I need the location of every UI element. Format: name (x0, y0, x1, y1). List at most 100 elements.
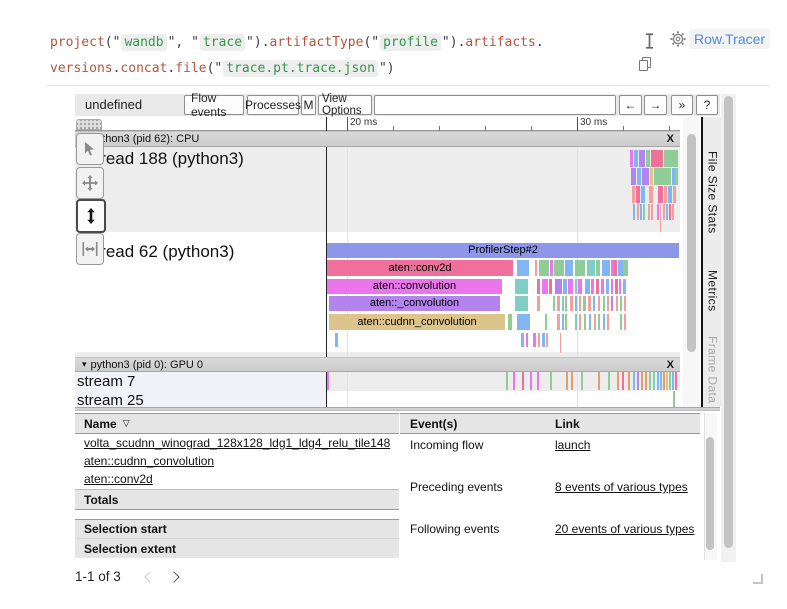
page-next-icon[interactable] (168, 571, 179, 582)
page-prev-icon[interactable] (144, 571, 155, 582)
trace-span[interactable]: aten::cudnn_convolution (329, 314, 505, 330)
trace-fragment[interactable] (636, 186, 640, 203)
trace-fragment[interactable] (606, 279, 609, 294)
trace-fragment[interactable] (637, 204, 639, 220)
flow-events-button[interactable]: Flow events (184, 95, 244, 115)
trace-fragment[interactable] (575, 260, 585, 276)
event-link[interactable]: 20 events of various types (555, 522, 694, 536)
tab-file-size-stats[interactable]: File Size Stats (704, 140, 721, 245)
trace-fragment[interactable] (588, 296, 591, 311)
trace-fragment[interactable] (565, 260, 573, 276)
close-cpu-track-button[interactable]: X (667, 133, 674, 145)
trace-span[interactable]: ProfilerStep#2 (327, 243, 679, 258)
trace-fragment[interactable] (675, 168, 678, 185)
panel-resize-handle[interactable] (753, 574, 763, 584)
trace-fragment[interactable] (634, 150, 638, 167)
trace-fragment[interactable] (639, 150, 645, 167)
trace-fragment[interactable] (515, 296, 528, 311)
trace-fragment[interactable] (646, 150, 650, 167)
stream7-label[interactable]: stream 7 (77, 373, 135, 390)
trace-fragment[interactable] (614, 260, 617, 276)
trace-fragment[interactable] (623, 279, 626, 294)
trace-fragment[interactable] (335, 333, 338, 347)
trace-fragment[interactable] (537, 296, 540, 311)
details-pane-divider[interactable] (75, 407, 720, 411)
trace-fragment[interactable] (668, 186, 672, 203)
query-expression-line-1[interactable]: project("wandb", "trace").artifactType("… (50, 32, 544, 54)
trace-fragment[interactable] (641, 186, 645, 203)
trace-fragment[interactable] (624, 296, 626, 311)
trace-fragment[interactable] (596, 260, 600, 276)
collapse-arrow-icon[interactable]: ▾ (82, 359, 87, 370)
trace-fragment[interactable] (642, 168, 649, 185)
trace-fragment[interactable] (631, 168, 636, 185)
gpu-kernel-tick[interactable] (617, 372, 619, 390)
processes-button[interactable]: Processes (247, 95, 299, 115)
pan-tool-button[interactable] (76, 167, 104, 199)
gpu-process-header[interactable]: ▾ python3 (pid 0): GPU 0 X (75, 357, 680, 372)
trace-fragment[interactable] (570, 296, 573, 311)
trace-fragment[interactable] (649, 186, 653, 203)
gpu-kernel-tick[interactable] (598, 372, 600, 390)
trace-fragment[interactable] (669, 204, 671, 220)
trace-fragment[interactable] (526, 333, 528, 347)
event-link[interactable]: 8 events of various types (555, 480, 688, 494)
m-button[interactable]: M (301, 95, 316, 115)
trace-fragment[interactable] (517, 260, 529, 276)
trace-fragment[interactable] (542, 279, 548, 294)
trace-fragment[interactable] (632, 186, 635, 203)
trace-fragment[interactable] (535, 260, 537, 276)
trace-fragment[interactable] (555, 279, 562, 294)
op-name-link[interactable]: aten::conv2d (84, 472, 153, 486)
gpu-kernel-tick[interactable] (657, 372, 659, 390)
gpu-kernel-tick[interactable] (637, 372, 639, 390)
gpu-kernel-tick[interactable] (653, 372, 655, 390)
gpu-kernel-tick[interactable] (566, 372, 568, 390)
event-link[interactable]: launch (555, 438, 590, 452)
gpu-kernel-tick[interactable] (522, 372, 524, 390)
timing-tool-button[interactable] (76, 233, 104, 265)
trace-fragment[interactable] (521, 333, 524, 347)
trace-fragment[interactable] (637, 168, 641, 185)
trace-fragment[interactable] (565, 296, 567, 311)
gpu-kernel-tick[interactable] (663, 372, 665, 390)
trace-fragment[interactable] (666, 204, 668, 220)
trace-fragment[interactable] (593, 296, 595, 311)
gpu-kernel-tick[interactable] (641, 372, 643, 390)
trace-fragment[interactable] (603, 314, 605, 330)
trace-fragment[interactable] (663, 204, 665, 220)
trace-fragment[interactable] (517, 314, 530, 330)
panel-type-selector[interactable]: Row.Tracer (689, 29, 770, 49)
trace-fragment[interactable] (591, 279, 594, 294)
trace-fragment[interactable] (651, 150, 663, 167)
gpu-kernel-tick[interactable] (571, 372, 573, 390)
trace-fragment[interactable] (575, 314, 577, 330)
kernel-name-link[interactable]: volta_scudnn_winograd_128x128_ldg1_ldg4_… (84, 436, 390, 450)
trace-fragment[interactable] (660, 204, 661, 232)
zoom-tool-button[interactable] (76, 199, 106, 233)
name-column-header[interactable]: Name ▽ (75, 413, 399, 434)
trace-span[interactable]: aten::conv2d (327, 260, 513, 276)
trace-fragment[interactable] (545, 314, 547, 330)
trace-fragment[interactable] (563, 279, 567, 294)
search-input[interactable] (374, 95, 616, 115)
gpu-kernel-tick[interactable] (669, 372, 671, 390)
trace-fragment[interactable] (598, 314, 600, 330)
trace-fragment[interactable] (587, 260, 595, 276)
trace-fragment[interactable] (562, 314, 564, 330)
gpu-kernel-tick[interactable] (506, 372, 508, 390)
trace-fragment[interactable] (611, 279, 613, 294)
trace-fragment[interactable] (553, 296, 555, 311)
trace-fragment[interactable] (601, 279, 604, 294)
trace-fragment[interactable] (654, 168, 671, 185)
tab-metrics[interactable]: Metrics (704, 255, 721, 327)
trace-fragment[interactable] (515, 279, 528, 294)
trace-fragment[interactable] (620, 314, 622, 330)
gear-icon[interactable] (670, 31, 686, 52)
cpu-process-header[interactable]: ▾ python3 (pid 62): CPU X (75, 131, 680, 147)
trace-fragment[interactable] (657, 204, 659, 220)
trace-fragment[interactable] (508, 314, 512, 330)
trace-fragment[interactable] (557, 314, 560, 330)
trace-fragment[interactable] (630, 150, 633, 167)
trace-fragment[interactable] (615, 279, 618, 294)
